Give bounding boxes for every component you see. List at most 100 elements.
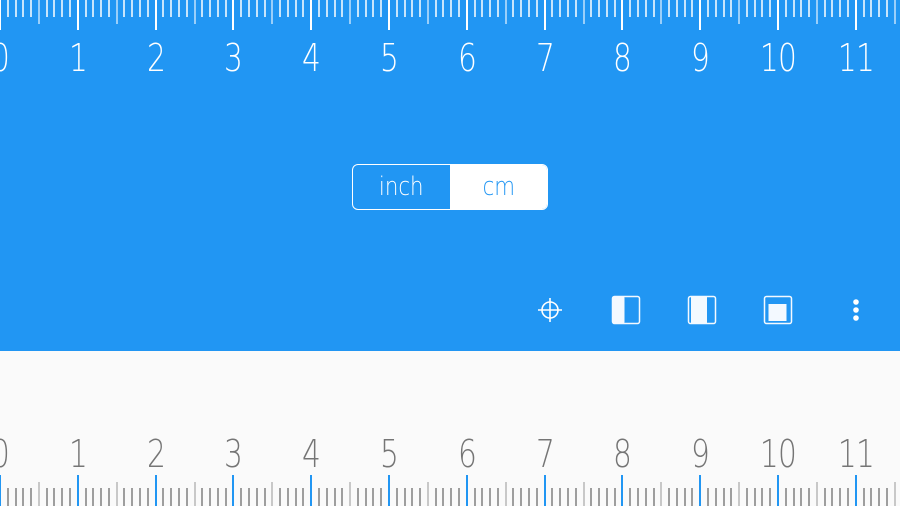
- ruler-major-tick: [854, 475, 857, 506]
- ruler-minor-tick: [839, 488, 842, 506]
- ruler-half-tick: [271, 482, 274, 506]
- ruler-minor-tick: [823, 0, 826, 17]
- ruler-minor-tick: [559, 0, 562, 17]
- ruler-major-tick: [543, 0, 546, 30]
- ruler-minor-tick: [411, 488, 414, 506]
- ruler-minor-tick: [162, 488, 165, 506]
- ruler-minor-tick: [473, 488, 476, 506]
- ruler-minor-tick: [185, 0, 188, 17]
- ruler-label: 8: [613, 36, 632, 80]
- ruler-half-tick: [893, 482, 896, 506]
- calibrate-crosshair-icon: [538, 298, 562, 322]
- ruler-label: 10: [759, 36, 797, 80]
- ruler-minor-tick: [325, 488, 328, 506]
- ruler-minor-tick: [668, 0, 671, 17]
- ruler-minor-tick: [745, 0, 748, 17]
- ruler-minor-tick: [730, 488, 733, 506]
- ruler-minor-tick: [489, 0, 492, 17]
- ruler-minor-tick: [6, 488, 9, 506]
- ruler-minor-tick: [317, 0, 320, 17]
- ruler-minor-tick: [100, 488, 103, 506]
- ruler-label: 11: [837, 432, 875, 476]
- ruler-minor-tick: [458, 488, 461, 506]
- ruler-minor-tick: [551, 0, 554, 17]
- ruler-half-tick: [815, 0, 818, 24]
- ruler-minor-tick: [590, 488, 593, 506]
- unit-cm-label: cm: [482, 172, 515, 202]
- ruler-minor-tick: [792, 488, 795, 506]
- ruler-minor-tick: [170, 0, 173, 17]
- ruler-major-tick: [76, 475, 79, 506]
- ruler-minor-tick: [450, 0, 453, 17]
- bottom-ruler[interactable]: 0 1 2 3 4 5 6 7 8 9 10 11: [0, 420, 900, 506]
- unit-inch-button[interactable]: inch: [353, 165, 451, 209]
- toolbar: [0, 290, 900, 330]
- ruler-half-tick: [660, 0, 663, 24]
- top-ruler[interactable]: 0 1 2 3 4 5 6 7 8 9 10 11: [0, 0, 900, 90]
- ruler-label: 5: [379, 36, 399, 80]
- ruler-minor-tick: [442, 488, 445, 506]
- ruler-half-tick: [37, 482, 40, 506]
- more-options-button[interactable]: [836, 290, 876, 330]
- ruler-major-tick: [621, 475, 624, 506]
- layout-left-panel-icon: [611, 295, 641, 325]
- ruler-minor-tick: [761, 488, 764, 506]
- layout-left-button[interactable]: [606, 290, 646, 330]
- ruler-label: 4: [302, 432, 321, 476]
- ruler-major-tick: [388, 475, 390, 506]
- ruler-minor-tick: [403, 0, 406, 17]
- ruler-minor-tick: [419, 488, 422, 506]
- ruler-minor-tick: [574, 488, 577, 506]
- ruler-major-tick: [232, 0, 235, 30]
- ruler-minor-tick: [30, 0, 33, 17]
- ruler-half-tick: [193, 482, 196, 506]
- ruler-major-tick: [621, 0, 624, 30]
- ruler-minor-tick: [535, 0, 538, 17]
- layout-bottom-button[interactable]: [758, 290, 798, 330]
- ruler-major-tick: [543, 475, 546, 506]
- ruler-major-tick: [0, 475, 1, 506]
- ruler-minor-tick: [317, 488, 320, 506]
- ruler-minor-tick: [201, 488, 204, 506]
- ruler-minor-tick: [14, 488, 17, 506]
- ruler-major-tick: [76, 0, 79, 30]
- ruler-label: 4: [302, 36, 321, 80]
- ruler-minor-tick: [605, 488, 608, 506]
- ruler-minor-tick: [652, 488, 655, 506]
- ruler-label: 8: [613, 432, 632, 476]
- ruler-minor-tick: [302, 488, 305, 506]
- ruler-minor-tick: [123, 488, 126, 506]
- unit-toggle[interactable]: inch cm: [352, 164, 548, 210]
- ruler-minor-tick: [356, 488, 359, 506]
- ruler-minor-tick: [263, 488, 266, 506]
- ruler-minor-tick: [69, 488, 72, 506]
- ruler-minor-tick: [745, 488, 748, 506]
- ruler-minor-tick: [419, 0, 422, 17]
- ruler-label: 11: [837, 36, 875, 80]
- ruler-minor-tick: [216, 0, 219, 17]
- ruler-minor-tick: [325, 0, 328, 17]
- ruler-minor-tick: [434, 0, 437, 17]
- unit-cm-button[interactable]: cm: [450, 165, 547, 209]
- ruler-half-tick: [893, 0, 896, 24]
- ruler-minor-tick: [92, 488, 95, 506]
- ruler-minor-tick: [675, 0, 678, 17]
- ruler-minor-tick: [496, 0, 499, 17]
- ruler-minor-tick: [551, 488, 554, 506]
- ruler-minor-tick: [395, 0, 398, 17]
- ruler-minor-tick: [240, 488, 243, 506]
- ruler-minor-tick: [878, 488, 881, 506]
- ruler-minor-tick: [162, 0, 165, 17]
- ruler-minor-tick: [652, 0, 655, 17]
- ruler-minor-tick: [520, 488, 523, 506]
- ruler-half-tick: [582, 482, 585, 506]
- ruler-minor-tick: [69, 0, 72, 17]
- ruler-major-tick: [154, 0, 157, 30]
- layout-center-button[interactable]: [682, 290, 722, 330]
- ruler-minor-tick: [566, 488, 569, 506]
- ruler-minor-tick: [870, 488, 873, 506]
- ruler-minor-tick: [146, 0, 149, 17]
- calibrate-button[interactable]: [530, 290, 570, 330]
- ruler-minor-tick: [878, 0, 881, 17]
- ruler-minor-tick: [53, 488, 56, 506]
